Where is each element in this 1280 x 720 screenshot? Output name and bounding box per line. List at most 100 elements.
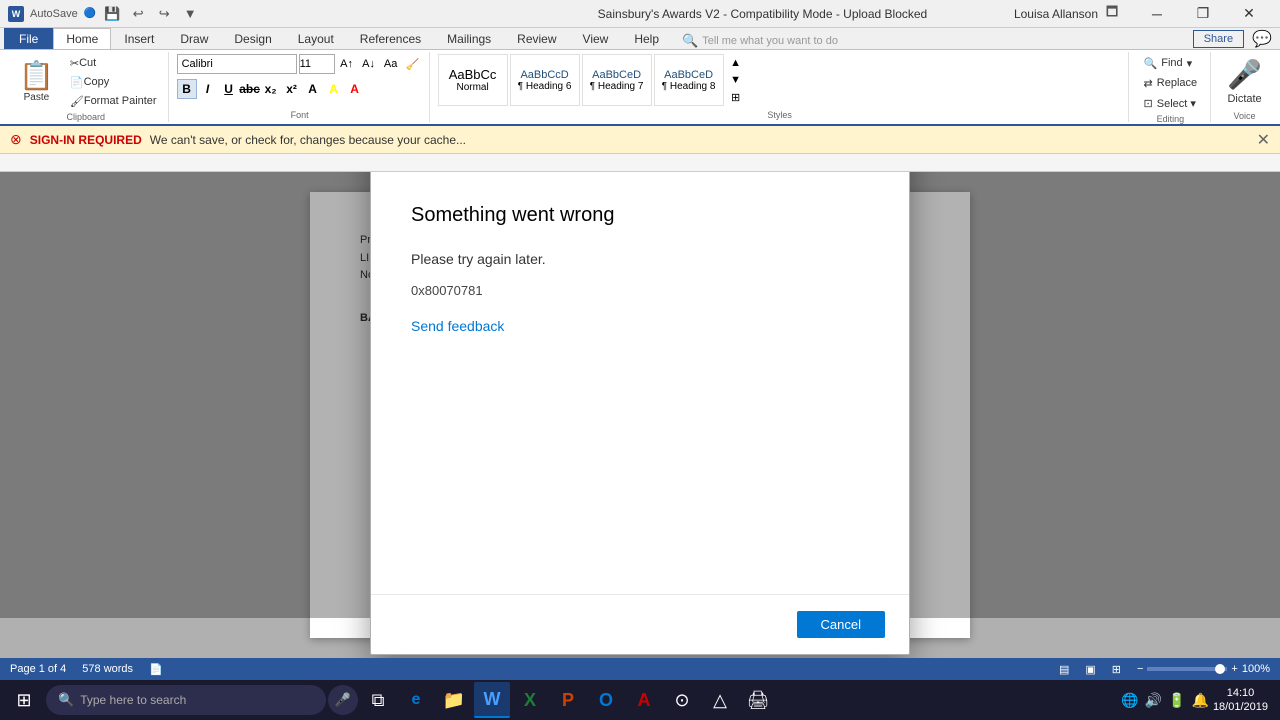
cut-button[interactable]: ✂ Cut xyxy=(65,54,162,72)
replace-icon: ⇄ xyxy=(1144,77,1153,90)
brother-icon: 🖨 xyxy=(747,690,770,711)
highlight-color-button[interactable]: A xyxy=(324,79,344,99)
select-button[interactable]: ⊡ Select ▾ xyxy=(1137,94,1205,112)
notifications-icon[interactable]: 🔔 xyxy=(1192,692,1209,709)
save-button[interactable]: 💾 xyxy=(102,4,122,24)
taskbar-acrobat[interactable]: A xyxy=(626,682,662,718)
paste-button[interactable]: 📋 Paste xyxy=(10,57,63,108)
subscript-button[interactable]: x₂ xyxy=(261,79,281,99)
clear-format-button[interactable]: 🧹 xyxy=(403,54,423,74)
replace-button[interactable]: ⇄ Replace xyxy=(1137,74,1205,92)
error-dialog: ✕ Something went wrong Please try again … xyxy=(370,172,910,655)
font-color-button[interactable]: A xyxy=(345,79,365,99)
send-feedback-link[interactable]: Send feedback xyxy=(411,318,504,334)
tab-insert[interactable]: Insert xyxy=(111,28,167,49)
font-group: A↑ A↓ Aa 🧹 B I U abc x₂ x² A A A Font xyxy=(171,52,430,122)
tab-layout[interactable]: Layout xyxy=(285,28,347,49)
strikethrough-button[interactable]: abc xyxy=(240,79,260,99)
font-size-input[interactable] xyxy=(299,54,335,74)
ribbon-collapse-button[interactable]: 🗖 xyxy=(1102,4,1122,24)
customize-qat-button[interactable]: ▼ xyxy=(180,4,200,24)
task-view-button[interactable]: ⧉ xyxy=(360,682,396,718)
view-web-button[interactable]: ⊞ xyxy=(1112,663,1121,676)
tab-mailings[interactable]: Mailings xyxy=(434,28,504,49)
taskbar-unknown[interactable]: △ xyxy=(702,682,738,718)
autosave-toggle[interactable]: 🔵 xyxy=(84,8,96,19)
close-button[interactable]: ✕ xyxy=(1226,0,1272,28)
volume-icon[interactable]: 🔊 xyxy=(1145,692,1162,709)
word-count: 578 words xyxy=(82,663,133,675)
increase-font-button[interactable]: A↑ xyxy=(337,54,357,74)
undo-button[interactable]: ↩ xyxy=(128,4,148,24)
superscript-button[interactable]: x² xyxy=(282,79,302,99)
outlook-icon: O xyxy=(599,690,613,711)
underline-button[interactable]: U xyxy=(219,79,239,99)
taskbar: ⊞ 🔍 Type here to search 🎤 ⧉ e 📁 W X P O … xyxy=(0,680,1280,720)
tab-view[interactable]: View xyxy=(570,28,622,49)
style-heading7[interactable]: AaBbCeD ¶ Heading 7 xyxy=(582,54,652,106)
taskbar-chrome[interactable]: ⊙ xyxy=(664,682,700,718)
taskbar-word[interactable]: W xyxy=(474,682,510,718)
tab-file[interactable]: File xyxy=(4,28,53,49)
tab-draw[interactable]: Draw xyxy=(167,28,221,49)
zoom-slider[interactable] xyxy=(1147,667,1227,671)
notification-title: SIGN-IN REQUIRED xyxy=(30,133,142,147)
taskbar-excel[interactable]: X xyxy=(512,682,548,718)
styles-expand[interactable]: ⊞ xyxy=(726,89,746,106)
taskbar-edge[interactable]: e xyxy=(398,682,434,718)
decrease-font-button[interactable]: A↓ xyxy=(359,54,379,74)
format-painter-icon: 🖌 xyxy=(70,95,84,108)
voice-group-label: Voice xyxy=(1219,109,1270,121)
zoom-out-button[interactable]: − xyxy=(1137,663,1143,675)
tab-home[interactable]: Home xyxy=(53,28,111,49)
tell-me-input[interactable]: Tell me what you want to do xyxy=(702,35,838,47)
style-normal[interactable]: AaBbCc Normal xyxy=(438,54,508,106)
styles-scroll-up[interactable]: ▲ xyxy=(726,54,746,71)
search-placeholder: Type here to search xyxy=(80,693,186,707)
microphone-icon: 🎤 xyxy=(1227,58,1262,91)
redo-button[interactable]: ↪ xyxy=(154,4,174,24)
taskbar-explorer[interactable]: 📁 xyxy=(436,682,472,718)
cancel-button[interactable]: Cancel xyxy=(797,611,885,638)
zoom-in-button[interactable]: + xyxy=(1231,663,1237,675)
tab-help[interactable]: Help xyxy=(621,28,672,49)
paste-icon: 📋 xyxy=(19,62,54,90)
network-icon[interactable]: 🌐 xyxy=(1121,692,1138,709)
taskbar-brother[interactable]: 🖨 xyxy=(740,682,776,718)
battery-icon[interactable]: 🔋 xyxy=(1168,692,1185,709)
select-icon: ⊡ xyxy=(1144,97,1153,110)
paste-label: Paste xyxy=(24,92,50,103)
notification-close-button[interactable]: ✕ xyxy=(1257,130,1270,150)
taskbar-powerpoint[interactable]: P xyxy=(550,682,586,718)
view-print-button[interactable]: ▣ xyxy=(1085,663,1095,676)
style-heading6[interactable]: AaBbCcD ¶ Heading 6 xyxy=(510,54,580,106)
tab-design[interactable]: Design xyxy=(221,28,284,49)
styles-scroll-down[interactable]: ▼ xyxy=(726,71,746,88)
italic-button[interactable]: I xyxy=(198,79,218,99)
restore-button[interactable]: ❐ xyxy=(1180,0,1226,28)
minimize-button[interactable]: ─ xyxy=(1134,0,1180,28)
voice-group: 🎤 Dictate Voice xyxy=(1213,52,1276,122)
taskbar-mic-button[interactable]: 🎤 xyxy=(328,685,358,715)
find-button[interactable]: 🔍 Find ▾ xyxy=(1137,54,1205,72)
font-name-input[interactable] xyxy=(177,54,297,74)
replace-label: Replace xyxy=(1157,77,1197,89)
start-button[interactable]: ⊞ xyxy=(4,682,44,718)
text-effects-button[interactable]: A xyxy=(303,79,323,99)
style-heading8[interactable]: AaBbCeD ¶ Heading 8 xyxy=(654,54,724,106)
taskbar-right: 🌐 🔊 🔋 🔔 14:10 18/01/2019 xyxy=(1121,686,1276,715)
tab-references[interactable]: References xyxy=(347,28,434,49)
bold-button[interactable]: B xyxy=(177,79,197,99)
view-normal-button[interactable]: ▤ xyxy=(1059,663,1069,676)
share-button[interactable]: Share xyxy=(1193,30,1244,48)
dictate-button[interactable]: 🎤 Dictate xyxy=(1219,54,1270,109)
copy-button[interactable]: 📄 Copy xyxy=(65,73,162,91)
clock[interactable]: 14:10 18/01/2019 xyxy=(1213,686,1268,715)
format-painter-button[interactable]: 🖌 Format Painter xyxy=(65,92,162,110)
taskbar-outlook[interactable]: O xyxy=(588,682,624,718)
dialog-footer: Cancel xyxy=(371,594,909,654)
tab-review[interactable]: Review xyxy=(504,28,569,49)
comments-button[interactable]: 💬 xyxy=(1252,29,1272,49)
change-case-button[interactable]: Aa xyxy=(381,54,401,74)
taskbar-search[interactable]: 🔍 Type here to search xyxy=(46,685,326,715)
